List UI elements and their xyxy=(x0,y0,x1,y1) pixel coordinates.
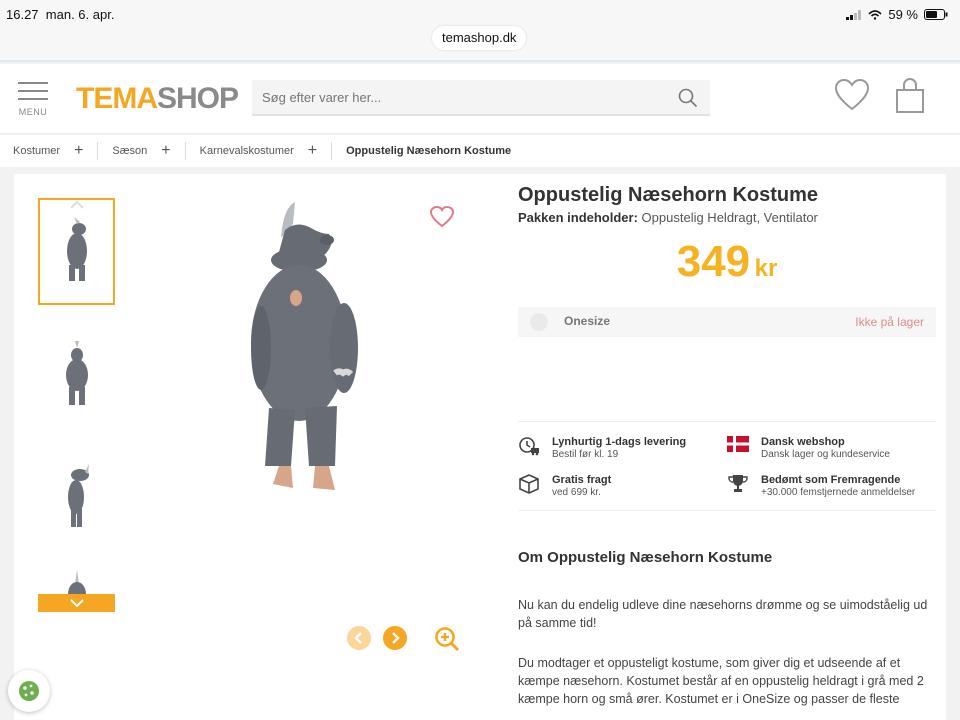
signal-icon xyxy=(846,9,862,20)
thumbnail-list xyxy=(38,198,115,629)
product-card: Oppustelig Næsehorn Kostume Pakken indeh… xyxy=(14,174,946,720)
menu-label: MENU xyxy=(18,107,48,117)
status-time: 16.27 man. 6. apr. xyxy=(6,7,115,22)
chevron-up-icon[interactable] xyxy=(40,200,113,214)
plus-icon[interactable]: + xyxy=(308,142,317,160)
usp-delivery: Lynhurtig 1-dags levering Bestil før kl. … xyxy=(518,436,727,460)
about-paragraph: Du modtager et oppusteligt kostume, som … xyxy=(518,656,924,706)
breadcrumb-item[interactable]: Sæson + xyxy=(112,142,186,160)
chevron-right-icon[interactable] xyxy=(383,626,407,650)
plus-icon[interactable]: + xyxy=(161,142,170,160)
size-option[interactable]: Onesize Ikke på lager xyxy=(518,307,936,337)
main-product-image[interactable] xyxy=(239,198,359,508)
thumbnail-side[interactable] xyxy=(38,442,115,549)
logo-text-tema: TEMA xyxy=(76,82,158,115)
price-amount: 349 xyxy=(676,237,751,286)
breadcrumb-item[interactable]: Kostumer + xyxy=(13,142,99,160)
thumbnail-back[interactable] xyxy=(38,320,115,427)
usp-rating: Bedømt som Fremragende +30.000 femstjerne… xyxy=(727,474,936,498)
price-currency: kr xyxy=(754,255,778,282)
search-input[interactable] xyxy=(252,80,652,114)
about-paragraph: Nu kan du endelig udleve dine næsehorns … xyxy=(518,598,928,630)
search-bar xyxy=(252,80,710,116)
usp-grid: Lynhurtig 1-dags levering Bestil før kl. … xyxy=(518,421,936,511)
cookie-icon xyxy=(19,681,39,701)
breadcrumb-current: Oppustelig Næsehorn Kostume xyxy=(346,145,512,157)
logo[interactable]: TEMASHOP xyxy=(76,82,239,116)
clock-truck-icon xyxy=(519,437,539,456)
size-radio[interactable] xyxy=(530,313,548,331)
breadcrumb: Kostumer + Sæson + Karnevalskostumer + Oppu… xyxy=(0,135,960,167)
package-contents: Pakken indeholder: Oppustelig Heldragt, … xyxy=(518,210,818,225)
logo-text-shop: SHOP xyxy=(157,82,239,115)
chevron-down-icon[interactable] xyxy=(38,594,115,612)
size-label: Onesize xyxy=(564,314,611,329)
url-bar[interactable]: temashop.dk xyxy=(432,26,527,50)
usp-shipping: Gratis fragt ved 699 kr. xyxy=(518,474,727,498)
battery-icon xyxy=(924,9,948,20)
wifi-icon xyxy=(868,9,882,20)
package-icon xyxy=(519,474,539,494)
usp-danish: Dansk webshop Dansk lager og kundeservice xyxy=(727,436,936,460)
image-navigation xyxy=(347,626,407,650)
thumbnail-front[interactable] xyxy=(38,198,115,305)
trophy-icon xyxy=(728,475,748,492)
shopping-bag-icon[interactable] xyxy=(893,78,927,119)
cookie-settings-button[interactable] xyxy=(8,670,50,712)
wishlist-heart-icon[interactable] xyxy=(429,205,455,233)
menu-button[interactable]: MENU xyxy=(18,82,48,120)
breadcrumb-item[interactable]: Karnevalskostumer + xyxy=(200,142,333,160)
battery-text: 59 % xyxy=(888,7,918,22)
hamburger-icon-bar xyxy=(18,90,48,92)
hamburger-icon xyxy=(18,82,48,84)
about-heading: Om Oppustelig Næsehorn Kostume xyxy=(518,549,773,566)
status-right: 59 % xyxy=(846,7,948,22)
chevron-left-icon[interactable] xyxy=(347,626,371,650)
product-price: 349 kr xyxy=(518,237,936,287)
wishlist-heart-icon[interactable] xyxy=(834,78,870,117)
site-header: MENU TEMASHOP xyxy=(0,64,960,134)
danish-flag-icon xyxy=(727,436,749,452)
stock-status: Ikke på lager xyxy=(855,315,924,329)
plus-icon[interactable]: + xyxy=(74,142,83,160)
hamburger-icon-bar xyxy=(18,98,48,100)
product-title: Oppustelig Næsehorn Kostume xyxy=(518,184,819,206)
zoom-in-icon[interactable] xyxy=(434,626,460,657)
product-details: Oppustelig Næsehorn Kostume Pakken indeh… xyxy=(518,184,936,708)
search-icon[interactable] xyxy=(678,88,698,113)
